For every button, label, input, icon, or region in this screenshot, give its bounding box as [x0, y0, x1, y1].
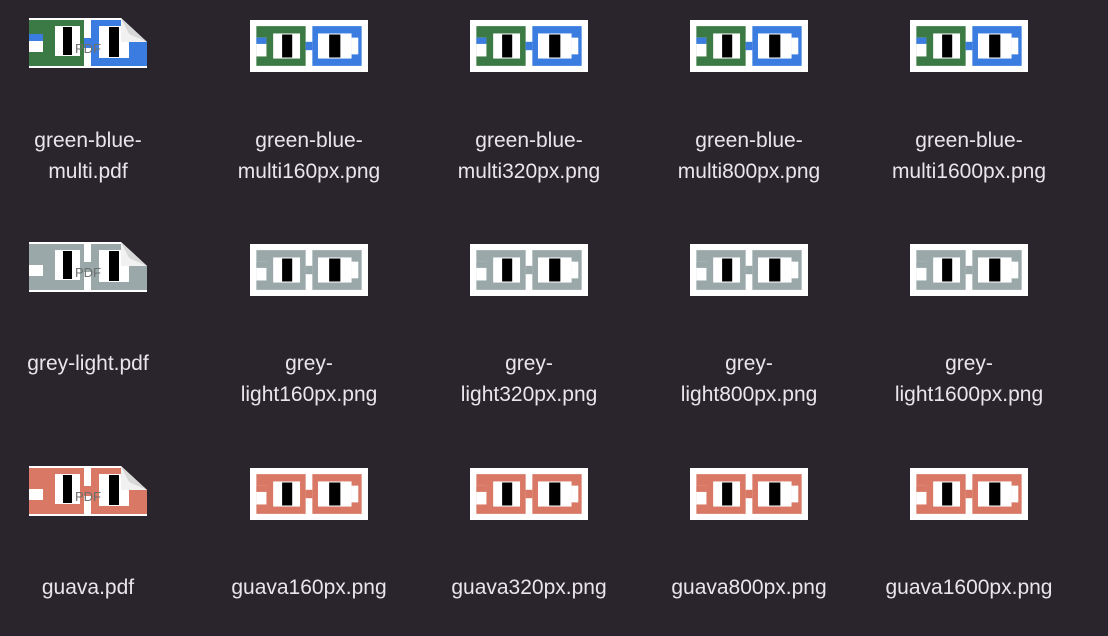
svg-text:PDF: PDF — [75, 265, 101, 280]
file-item[interactable]: green-blue- multi160px.png — [199, 0, 419, 210]
file-item[interactable]: guava800px.png — [639, 424, 859, 634]
file-icon-grid: PDF green-blue- multi.pdf green-blue- mu… — [0, 0, 1108, 636]
file-item[interactable]: guava1600px.png — [859, 424, 1079, 634]
file-name: grey- light800px.png — [680, 352, 818, 406]
file-name: guava160px.png — [231, 576, 387, 599]
file-item[interactable]: grey- light320px.png — [419, 224, 639, 434]
png-thumbnail-icon — [690, 244, 808, 296]
png-thumbnail-icon — [470, 20, 588, 72]
png-thumbnail-icon — [910, 468, 1028, 520]
file-name: guava.pdf — [41, 576, 135, 599]
png-thumbnail-icon — [910, 20, 1028, 72]
pdf-thumbnail-icon: PDF — [29, 466, 147, 516]
png-thumbnail-icon — [470, 244, 588, 296]
png-thumbnail-icon — [690, 20, 808, 72]
file-name: green-blue- multi.pdf — [34, 129, 142, 183]
file-name: grey- light160px.png — [240, 352, 378, 406]
pdf-thumbnail-icon: PDF — [29, 242, 147, 292]
file-name: grey- light1600px.png — [894, 352, 1044, 406]
file-name: grey-light.pdf — [27, 352, 149, 375]
png-thumbnail-icon — [250, 244, 368, 296]
file-item[interactable]: grey- light800px.png — [639, 224, 859, 434]
file-name: green-blue- multi1600px.png — [891, 129, 1047, 183]
file-name: guava1600px.png — [885, 576, 1053, 599]
png-thumbnail-icon — [250, 468, 368, 520]
file-name: guava800px.png — [671, 576, 827, 599]
file-name: green-blue- multi320px.png — [457, 129, 601, 183]
pdf-thumbnail-icon: PDF — [29, 18, 147, 68]
file-item[interactable]: PDF grey-light.pdf — [0, 224, 198, 434]
svg-text:PDF: PDF — [75, 489, 101, 504]
file-item[interactable]: green-blue- multi800px.png — [639, 0, 859, 210]
svg-text:PDF: PDF — [75, 41, 101, 56]
file-item[interactable]: grey- light160px.png — [199, 224, 419, 434]
file-item[interactable]: grey- light1600px.png — [859, 224, 1079, 434]
file-name: green-blue- multi800px.png — [677, 129, 821, 183]
file-item[interactable]: PDF guava.pdf — [0, 424, 198, 634]
file-item[interactable]: green-blue- multi320px.png — [419, 0, 639, 210]
file-item[interactable]: guava160px.png — [199, 424, 419, 634]
png-thumbnail-icon — [250, 20, 368, 72]
file-item[interactable]: PDF green-blue- multi.pdf — [0, 0, 198, 210]
png-thumbnail-icon — [470, 468, 588, 520]
file-name: green-blue- multi160px.png — [237, 129, 381, 183]
file-name: grey- light320px.png — [460, 352, 598, 406]
png-thumbnail-icon — [910, 244, 1028, 296]
png-thumbnail-icon — [690, 468, 808, 520]
file-item[interactable]: guava320px.png — [419, 424, 639, 634]
file-item[interactable]: green-blue- multi1600px.png — [859, 0, 1079, 210]
file-name: guava320px.png — [451, 576, 607, 599]
